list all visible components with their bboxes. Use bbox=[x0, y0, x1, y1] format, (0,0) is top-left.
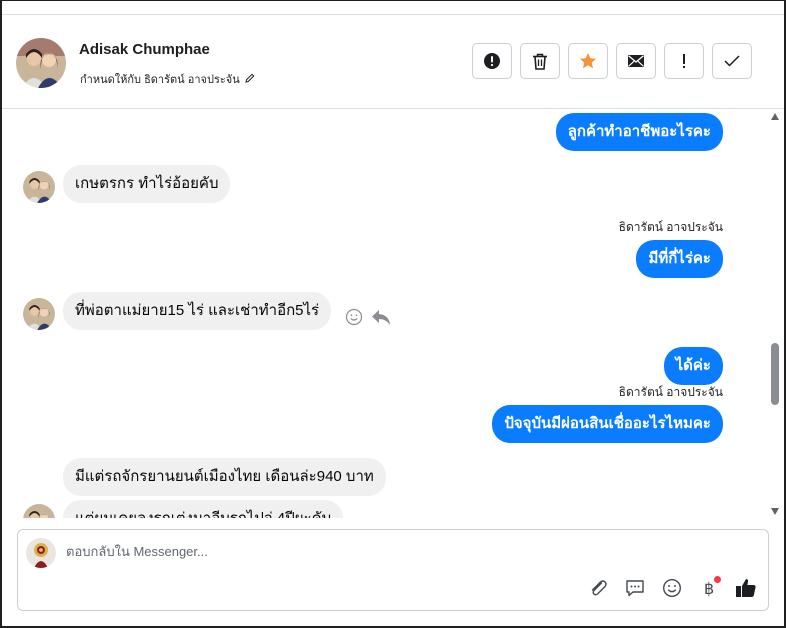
payment-button[interactable]: ฿ bbox=[697, 576, 721, 600]
svg-text:฿: ฿ bbox=[704, 579, 714, 598]
trash-icon bbox=[533, 53, 547, 70]
smiley-icon bbox=[662, 578, 682, 598]
message-bubble-incoming[interactable]: มีแต่รถจักรยานยนต์เมืองไทย เดือนล่ะ940 บ… bbox=[63, 458, 386, 496]
conversation-header: Adisak Chumphae กำหนดให้กับ ธิดารัตน์ อา… bbox=[2, 15, 784, 109]
sender-name: ธิดารัตน์ อาจประจัน bbox=[618, 220, 723, 234]
composer-tools: ฿ bbox=[586, 576, 758, 600]
message-bubble-incoming[interactable]: เกษตรกร ทำไร่อ้อยคับ bbox=[63, 165, 231, 203]
star-icon bbox=[580, 53, 596, 69]
message-bubble-incoming[interactable]: ที่พ่อตาแม่ยาย15 ไร่ และเช่าทำอีก5ไร่ bbox=[63, 292, 332, 330]
done-button[interactable] bbox=[712, 43, 752, 79]
reply-input[interactable] bbox=[66, 544, 666, 559]
contact-avatar-small bbox=[23, 298, 55, 330]
paperclip-icon bbox=[591, 580, 607, 596]
notification-dot bbox=[714, 576, 721, 583]
reply-composer: ฿ bbox=[17, 529, 769, 611]
delete-button[interactable] bbox=[520, 43, 560, 79]
message-bubble-outgoing[interactable]: ปัจจุบันมีผ่อนสินเชื่ออะไรไหมคะ bbox=[492, 405, 723, 443]
scroll-down-arrow[interactable] bbox=[771, 508, 779, 515]
mark-unread-button[interactable] bbox=[616, 43, 656, 79]
emoji-button[interactable] bbox=[660, 576, 684, 600]
message-bubble-outgoing[interactable]: มีที่กี่ไร่คะ bbox=[636, 240, 723, 278]
message-thread[interactable]: ลูกค้าทำอาชีพอะไรคะ เกษตรกร ทำไร่อ้อยคับ… bbox=[2, 110, 771, 518]
sender-name: ธิดารัตน์ อาจประจัน bbox=[618, 385, 723, 399]
attach-button[interactable] bbox=[586, 576, 610, 600]
star-button[interactable] bbox=[568, 43, 608, 79]
assignee-text: กำหนดให้กับ ธิดารัตน์ อาจประจัน bbox=[80, 74, 240, 86]
message-bubble-incoming[interactable]: แต่ผมเคยลงรถเต่งมาอีบรถไปจ่ 4ปีผะคับ bbox=[63, 500, 344, 518]
scrollbar-thumb[interactable] bbox=[771, 343, 779, 405]
assignee-label[interactable]: กำหนดให้กับ ธิดารัตน์ อาจประจัน bbox=[80, 70, 255, 88]
chat-bubble-icon bbox=[626, 580, 644, 597]
contact-avatar[interactable] bbox=[16, 38, 66, 88]
thread-scrollbar[interactable] bbox=[771, 113, 779, 515]
check-icon bbox=[724, 55, 740, 67]
contact-avatar-small bbox=[23, 171, 55, 203]
message-bubble-outgoing[interactable]: ได้ค่ะ bbox=[663, 347, 723, 385]
alert-circle-icon bbox=[484, 53, 500, 69]
contact-name: Adisak Chumphae bbox=[79, 41, 210, 58]
reply-arrow-icon bbox=[372, 310, 390, 325]
reply-button[interactable] bbox=[371, 308, 391, 331]
thumbs-up-icon bbox=[736, 579, 756, 597]
smiley-icon bbox=[345, 308, 363, 326]
message-bubble-outgoing[interactable]: ลูกค้าทำอาชีพอะไรคะ bbox=[555, 113, 723, 151]
conversation-actions bbox=[472, 43, 752, 79]
exclamation-icon bbox=[683, 54, 685, 68]
inbox-conversation-panel: Adisak Chumphae กำหนดให้กับ ธิดารัตน์ อา… bbox=[0, 0, 786, 628]
react-emoji-button[interactable] bbox=[345, 308, 363, 331]
saved-replies-button[interactable] bbox=[623, 576, 647, 600]
follow-up-button[interactable] bbox=[664, 43, 704, 79]
pencil-icon[interactable] bbox=[245, 73, 255, 86]
page-avatar bbox=[26, 538, 56, 568]
like-button[interactable] bbox=[734, 576, 758, 600]
envelope-icon bbox=[628, 55, 644, 67]
scroll-up-arrow[interactable] bbox=[771, 113, 779, 120]
message-hover-tools bbox=[345, 308, 391, 331]
contact-avatar-small bbox=[23, 504, 55, 518]
spam-button[interactable] bbox=[472, 43, 512, 79]
